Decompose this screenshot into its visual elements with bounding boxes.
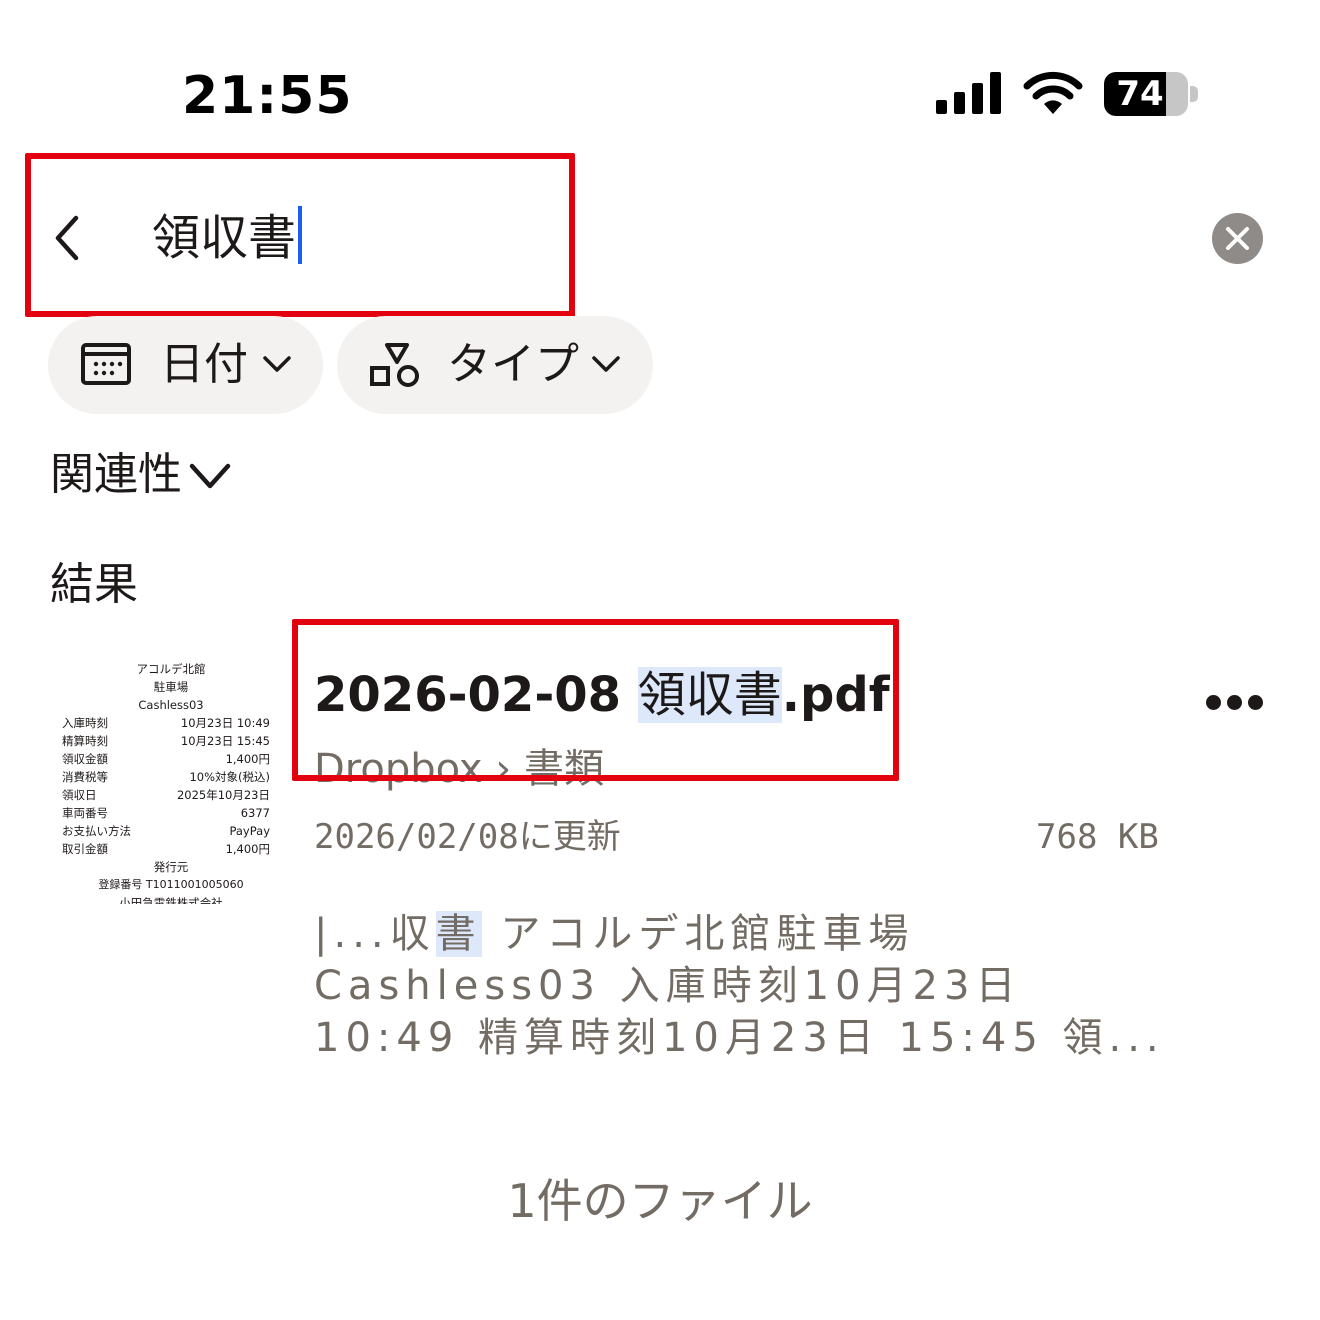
clear-search-button[interactable] [1212, 213, 1263, 264]
thumb-row: 入庫時刻 10月23日 10:49 [62, 716, 270, 730]
snippet-match: 書 [435, 911, 482, 957]
thumb-issuer: 発行元 [153, 860, 189, 874]
file-size: 768 KB [1036, 817, 1159, 857]
thumb-row: 領収日 2025年10月23日 [62, 788, 270, 802]
annotation-box-search [25, 153, 575, 317]
thumb-row: お支払い方法 PayPay [62, 824, 270, 838]
chevron-down-icon[interactable] [188, 462, 232, 490]
close-icon [1226, 227, 1249, 250]
thumb-title1: アコルデ北館 [136, 662, 206, 676]
results-heading: 結果 [50, 559, 138, 610]
thumb-title2: 駐車場 [153, 680, 189, 694]
chevron-down-icon [263, 356, 291, 372]
battery-level: 74 [1116, 74, 1164, 114]
calendar-icon [81, 343, 131, 385]
more-options-button[interactable] [1206, 690, 1264, 716]
filter-type-chip[interactable]: タイプ [337, 316, 653, 414]
thumb-company: 小田急電鉄株式会社 [119, 896, 223, 904]
battery-cap [1190, 86, 1198, 102]
thumb-row: 取引金額 1,400円 [62, 842, 270, 856]
snippet-pre: |...収 [314, 911, 436, 957]
thumb-row: 精算時刻 10月23日 15:45 [62, 734, 270, 748]
content-snippet: |...収書 アコルデ北館駐車場 Cashless03 入庫時刻10月23日 1… [314, 908, 1174, 1064]
thumb-title3: Cashless03 [138, 698, 204, 712]
thumb-reg: 登録番号 T1011001005060 [98, 878, 244, 891]
filter-type-label: タイプ [447, 339, 579, 390]
result-count: 1件のファイル [507, 1174, 813, 1228]
file-updated-date: 2026/02/08に更新 [314, 817, 621, 857]
cellular-signal-icon [936, 72, 1002, 114]
shapes-icon [370, 343, 419, 387]
status-time: 21:55 [182, 66, 353, 126]
thumb-row: 消費税等 10%対象(税込) [62, 770, 270, 784]
battery-icon: 74 [1104, 72, 1188, 116]
filter-date-label: 日付 [160, 339, 248, 390]
thumb-row: 車両番号 6377 [62, 806, 270, 820]
filter-date-chip[interactable]: 日付 [48, 316, 323, 414]
chevron-down-icon [592, 356, 620, 372]
annotation-box-result [292, 619, 899, 781]
thumb-row: 領収金額 1,400円 [62, 752, 270, 766]
sort-selector[interactable]: 関連性 [50, 446, 182, 504]
wifi-icon [1022, 70, 1084, 116]
file-thumbnail[interactable]: アコルデ北館 駐車場 Cashless03 入庫時刻 10月23日 10:49 精… [56, 660, 286, 904]
